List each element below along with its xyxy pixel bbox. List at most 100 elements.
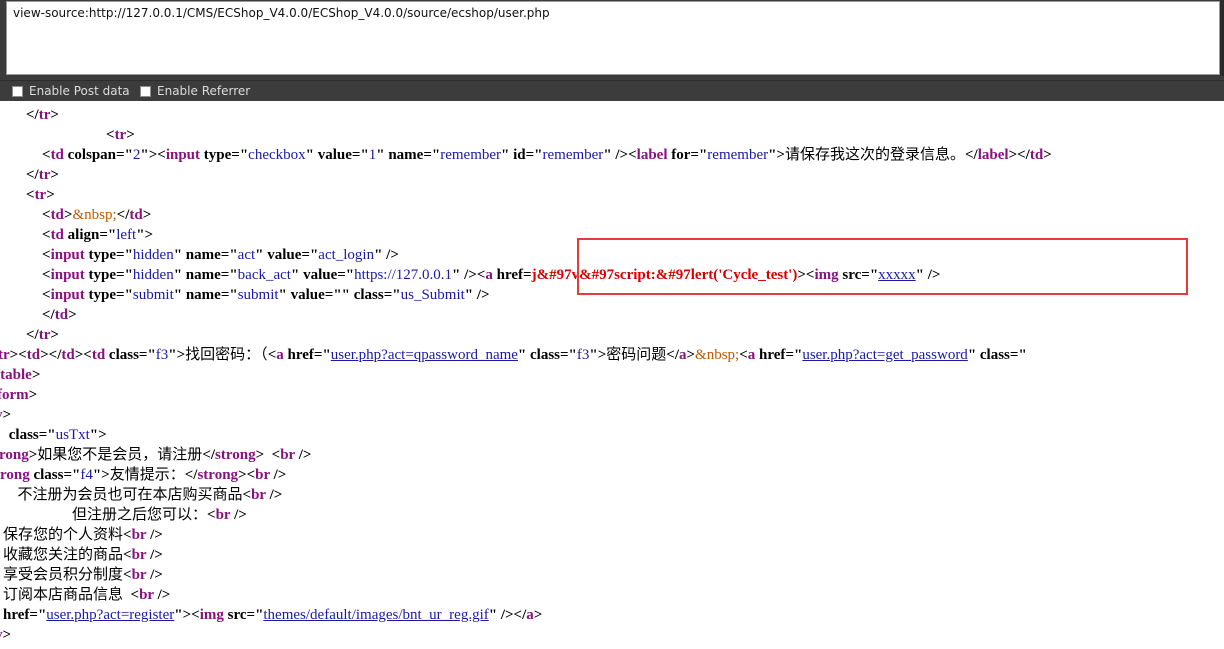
source-token: < [207, 507, 216, 523]
source-token: submit [237, 287, 279, 303]
panel-scrollbar[interactable] [1220, 0, 1224, 76]
source-token: checkbox [248, 147, 306, 163]
source-token: us_Submit [400, 287, 465, 303]
source-token: =" [220, 287, 238, 303]
enable-referrer-checkbox[interactable] [140, 85, 151, 97]
source-token: =" [690, 147, 708, 163]
source-token: " [517, 347, 527, 363]
enable-referrer-label: Enable Referrer [157, 84, 251, 98]
source-line: <tr> [26, 185, 55, 205]
source-token: </ [26, 167, 39, 183]
enable-referrer-option[interactable]: Enable Referrer [140, 83, 250, 99]
source-token: =" [246, 607, 264, 623]
url-textarea[interactable]: view-source:http://127.0.0.1/CMS/ECShop_… [6, 1, 1220, 75]
source-token: ="" [324, 287, 350, 303]
source-token: " [376, 147, 385, 163]
source-token: > [797, 267, 806, 283]
source-link-text[interactable]: user.php?act=get_password [802, 347, 968, 363]
source-token: > [50, 327, 59, 343]
source-token: td [26, 347, 41, 363]
source-token: =" [337, 267, 355, 283]
source-token: </ [184, 467, 198, 483]
source-token: 如果您不是会员，请注册 [37, 447, 203, 463]
source-token: name [182, 267, 221, 283]
source-token: " [173, 287, 183, 303]
source-token: /> [294, 447, 312, 463]
source-line: 订阅本店商品信息 <br /> [3, 585, 170, 605]
source-token: submit [132, 287, 174, 303]
source-token: 享受会员积分制度 [3, 567, 124, 583]
source-token: form [0, 387, 29, 403]
source-token: /> [269, 467, 287, 483]
source-token: " /> [603, 147, 629, 163]
source-token: value [313, 147, 352, 163]
source-token: =" [138, 347, 156, 363]
source-token: label [977, 147, 1009, 163]
source-token: src [838, 267, 862, 283]
source-token: =" [29, 607, 47, 623]
source-token: > [28, 447, 38, 463]
source-token: =" [116, 267, 133, 283]
source-token: 密码问题 [606, 347, 667, 363]
source-token: > [126, 127, 135, 143]
enable-post-data-label: Enable Post data [29, 84, 130, 98]
source-token: td [50, 207, 64, 223]
source-token: "> [140, 147, 158, 163]
source-token: j&#97v&#97script:&#97lert('Cycle_test') [531, 267, 798, 283]
source-link-text[interactable]: user.php?act=qpassword_name [331, 347, 518, 363]
source-token: f4 [80, 467, 93, 483]
source-token: td [91, 347, 106, 363]
source-token: </ [202, 447, 216, 463]
source-token: 友情提示： [109, 467, 185, 483]
source-token: for [667, 147, 691, 163]
source-token: tr [38, 167, 51, 183]
source-token: img [814, 267, 839, 283]
source-token: href [492, 267, 524, 283]
source-token: "> [589, 347, 607, 363]
source-token: tr [0, 347, 10, 363]
source-line: 但注册之后您可以：<br /> [42, 505, 247, 525]
source-line: tr><td></td><td class="f3">找回密码：（<a href… [0, 345, 1027, 365]
source-token: > [46, 187, 55, 203]
source-token: =" [313, 347, 331, 363]
source-token: </ [666, 347, 679, 363]
source-token: class [526, 347, 560, 363]
source-token: < [130, 587, 140, 603]
source-line: v> [0, 405, 11, 425]
source-token: back_act [237, 267, 291, 283]
source-line: </tr> [26, 165, 59, 185]
source-token: < [157, 147, 166, 163]
source-line: /table> [0, 365, 40, 385]
source-token: " [967, 347, 977, 363]
source-token: 不注册为会员也可在本店购买商品 [10, 487, 243, 503]
source-token: > [31, 367, 41, 383]
source-token: > [50, 107, 59, 123]
source-token: td [1029, 147, 1044, 163]
source-token: =" [220, 267, 238, 283]
source-token: type [84, 247, 117, 263]
source-line: 保存您的个人资料<br /> [3, 525, 163, 545]
source-token: =" [38, 427, 56, 443]
source-line: <td>&nbsp;</td> [42, 205, 151, 225]
options-bar: Enable Post data Enable Referrer [0, 80, 1224, 101]
source-token: br [131, 547, 147, 563]
source-link-text[interactable]: user.php?act=register [46, 607, 174, 623]
source-view: </tr> <tr> <td colspan="2"><input type="ch… [0, 101, 1224, 649]
source-link-text[interactable]: themes/default/images/bnt_ur_reg.gif [263, 607, 488, 623]
source-token: br [131, 527, 147, 543]
source-token: ></ [40, 347, 62, 363]
enable-post-data-checkbox[interactable] [12, 85, 23, 97]
source-token: label [636, 147, 668, 163]
source-token: align [63, 227, 100, 243]
source-token: =" [423, 147, 441, 163]
source-line: v> [0, 625, 11, 645]
source-token: < [42, 267, 51, 283]
enable-post-data-option[interactable]: Enable Post data [12, 83, 130, 99]
source-token: hidden [132, 247, 174, 263]
source-token: > [686, 347, 696, 363]
source-line: form> [0, 385, 37, 405]
source-token: =" [220, 247, 238, 263]
source-token: remember [707, 147, 769, 163]
source-link-text[interactable]: xxxxx [878, 267, 916, 283]
source-line: </tr> [26, 325, 59, 345]
